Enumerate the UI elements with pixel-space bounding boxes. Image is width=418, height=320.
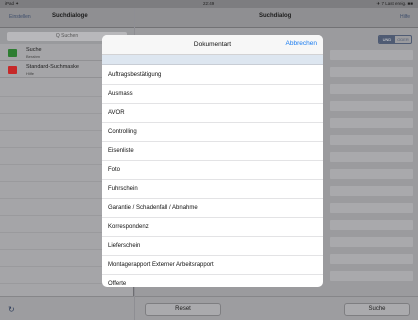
criteria-field[interactable] bbox=[330, 101, 413, 111]
logic-segmented-control[interactable]: UND ODER bbox=[378, 35, 412, 44]
criteria-field[interactable] bbox=[330, 84, 413, 94]
help-button[interactable]: Hilfe bbox=[400, 14, 410, 20]
right-navigation-bar: Suchdialog Hilfe bbox=[135, 8, 418, 28]
criteria-field[interactable] bbox=[330, 169, 413, 179]
cancel-button[interactable]: Abbrechen bbox=[286, 40, 317, 47]
criteria-field[interactable] bbox=[330, 50, 413, 60]
option-item[interactable]: Offerte bbox=[102, 275, 323, 287]
document-type-dialog: Dokumentart Abbrechen Auftragsbestätigun… bbox=[102, 35, 323, 287]
clock: 22:49 bbox=[203, 1, 215, 6]
segment-oder[interactable]: ODER bbox=[395, 36, 411, 43]
search-button[interactable]: Suche bbox=[344, 303, 410, 316]
option-label: Foto bbox=[108, 167, 121, 173]
option-item[interactable]: Auftragsbestätigung bbox=[102, 66, 323, 85]
option-item[interactable]: Montagerapport Externer Arbeitsrapport bbox=[102, 256, 323, 275]
criteria-field[interactable] bbox=[330, 220, 413, 230]
left-navigation-bar: Einstellen Suchdialoge bbox=[0, 8, 134, 28]
list-item-subtitle: Berabm bbox=[26, 54, 41, 59]
criteria-field[interactable] bbox=[330, 152, 413, 162]
search-dialog-icon bbox=[8, 49, 17, 57]
battery-indicator: ✈ 7 Last ereig. ■■ bbox=[376, 1, 413, 6]
empty-option[interactable] bbox=[102, 55, 323, 65]
criteria-field[interactable] bbox=[330, 67, 413, 77]
option-item[interactable]: Controlling bbox=[102, 123, 323, 142]
back-button[interactable]: Einstellen bbox=[9, 14, 31, 20]
option-item[interactable]: Fuhrschein bbox=[102, 180, 323, 199]
option-item[interactable]: Eisenliste bbox=[102, 142, 323, 161]
option-label: Lieferschein bbox=[108, 243, 141, 249]
criteria-field[interactable] bbox=[330, 135, 413, 145]
criteria-field[interactable] bbox=[330, 186, 413, 196]
refresh-icon[interactable]: ↻ bbox=[8, 305, 15, 314]
option-label: Offerte bbox=[108, 281, 127, 287]
dialog-header: Dokumentart Abbrechen bbox=[102, 35, 323, 55]
option-label: Montagerapport Externer Arbeitsrapport bbox=[108, 262, 214, 268]
option-label: Fuhrschein bbox=[108, 186, 138, 192]
option-item[interactable]: Garantie / Schadenfall / Abnahme bbox=[102, 199, 323, 218]
criteria-field[interactable] bbox=[330, 237, 413, 247]
criteria-field[interactable] bbox=[330, 254, 413, 264]
option-item[interactable]: Korrespondenz bbox=[102, 218, 323, 237]
status-bar: iPad ✦ 22:49 ✈ 7 Last ereig. ■■ bbox=[0, 0, 418, 8]
option-item[interactable]: Lieferschein bbox=[102, 237, 323, 256]
search-dialog-icon bbox=[8, 66, 17, 74]
option-label: Eisenliste bbox=[108, 148, 134, 154]
carrier-label: iPad ✦ bbox=[5, 1, 20, 6]
list-item-title: Standard-Suchmaske bbox=[26, 64, 79, 70]
option-label: Korrespondenz bbox=[108, 224, 149, 230]
option-item[interactable]: Ausmass bbox=[102, 85, 323, 104]
criteria-field[interactable] bbox=[330, 271, 413, 281]
page-title: Suchdialog bbox=[259, 13, 292, 19]
option-item[interactable]: AVOR bbox=[102, 104, 323, 123]
criteria-field[interactable] bbox=[330, 203, 413, 213]
criteria-field[interactable] bbox=[330, 118, 413, 128]
right-toolbar: Reset Suche bbox=[135, 296, 418, 320]
list-item-subtitle: Hilfe bbox=[26, 71, 35, 76]
option-label: Ausmass bbox=[108, 91, 133, 97]
option-label: Garantie / Schadenfall / Abnahme bbox=[108, 205, 198, 211]
left-toolbar: ↻ bbox=[0, 296, 134, 320]
reset-button[interactable]: Reset bbox=[145, 303, 221, 316]
list-item-title: Suche bbox=[26, 47, 42, 53]
option-label: Auftragsbestätigung bbox=[108, 72, 162, 78]
left-pane-title: Suchdialoge bbox=[52, 13, 88, 19]
option-label: AVOR bbox=[108, 110, 125, 116]
option-label: Controlling bbox=[108, 129, 137, 135]
option-item[interactable]: Foto bbox=[102, 161, 323, 180]
segment-und[interactable]: UND bbox=[379, 36, 395, 43]
